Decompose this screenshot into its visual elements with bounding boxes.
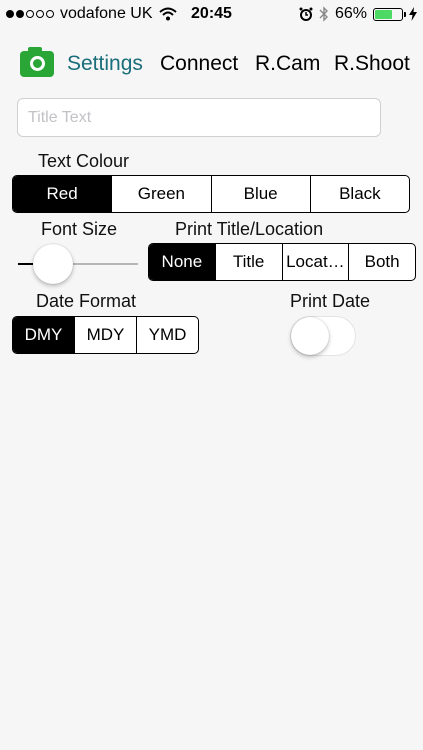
print-title-title[interactable]: Title: [214, 244, 282, 280]
date-format-ymd[interactable]: YMD: [136, 317, 198, 353]
print-title-label: Print Title/Location: [175, 219, 324, 239]
date-format-dmy[interactable]: DMY: [13, 317, 74, 353]
font-size-slider[interactable]: [18, 244, 138, 284]
battery-icon: [373, 7, 406, 21]
charging-bolt-icon: [409, 7, 417, 21]
tab-settings[interactable]: Settings: [67, 52, 143, 76]
alarm-clock-icon: [299, 7, 313, 21]
battery-fill: [375, 9, 393, 19]
print-title-segmented: None Title Locat… Both: [148, 243, 416, 281]
print-date-toggle[interactable]: [290, 316, 356, 356]
print-title-both[interactable]: Both: [348, 244, 415, 280]
battery-percent: 66%: [334, 5, 367, 22]
date-format-segmented: DMY MDY YMD: [12, 316, 199, 354]
bluetooth-icon: [319, 6, 328, 22]
toggle-knob: [291, 317, 329, 355]
title-text-input[interactable]: [17, 98, 381, 137]
text-colour-blue[interactable]: Blue: [210, 176, 310, 212]
slider-thumb[interactable]: [33, 244, 73, 284]
camera-lens: [30, 56, 45, 71]
camera-icon[interactable]: [20, 47, 54, 77]
print-title-location[interactable]: Locat…: [281, 244, 349, 280]
text-colour-green[interactable]: Green: [111, 176, 210, 212]
text-colour-segmented: Red Green Blue Black: [12, 175, 410, 213]
print-date-label: Print Date: [290, 291, 371, 311]
text-colour-red[interactable]: Red: [13, 176, 112, 212]
status-right: 66%: [299, 5, 417, 23]
print-title-none[interactable]: None: [149, 244, 215, 280]
date-format-mdy[interactable]: MDY: [74, 317, 136, 353]
tab-rshoot[interactable]: R.Shoot: [334, 52, 410, 76]
font-size-label: Font Size: [41, 219, 118, 239]
text-colour-label: Text Colour: [38, 151, 130, 171]
status-bar: vodafone UK 20:45 66%: [0, 0, 423, 28]
tab-rcam[interactable]: R.Cam: [255, 52, 320, 76]
text-colour-black[interactable]: Black: [309, 176, 409, 212]
top-nav: Settings Connect R.Cam R.Shoot: [0, 47, 423, 84]
date-format-label: Date Format: [36, 291, 137, 311]
tab-connect[interactable]: Connect: [160, 52, 238, 76]
